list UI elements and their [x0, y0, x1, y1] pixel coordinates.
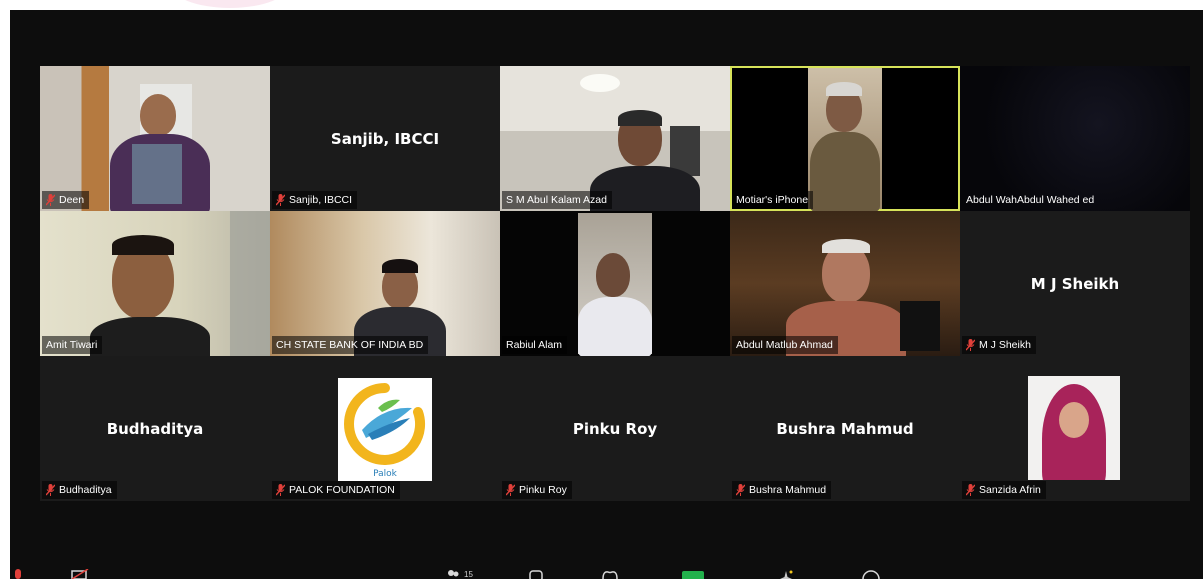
participant-name-label: S M Abul Kalam Azad [502, 191, 612, 209]
meeting-toolbar: 15 [10, 561, 1203, 579]
mic-icon [15, 569, 21, 579]
video-tile-mj-sheikh[interactable]: M J Sheikh M J Sheikh [960, 211, 1190, 356]
video-tile-motiar-iphone[interactable]: Motiar's iPhone [730, 66, 960, 211]
muted-mic-icon [46, 484, 55, 496]
participant-name-label: PALOK FOUNDATION [272, 481, 400, 499]
video-tile-bushra-mahmud[interactable]: Bushra Mahmud Bushra Mahmud [730, 356, 960, 501]
profile-photo-avatar [1028, 376, 1120, 480]
participants-button[interactable]: 15 [446, 569, 473, 579]
chat-button[interactable] [528, 569, 544, 579]
share-screen-icon [682, 571, 704, 579]
muted-mic-icon [276, 194, 285, 206]
palok-logo-avatar: Palok [338, 378, 432, 481]
zoom-meeting-window: Deen Sanjib, IBCCI Sanjib, IBCCI S M Abu… [10, 10, 1203, 579]
video-button[interactable] [70, 569, 96, 579]
video-tile-amit-tiwari[interactable]: Amit Tiwari [40, 211, 270, 356]
participant-name-label: Motiar's iPhone [732, 191, 814, 209]
muted-mic-icon [736, 484, 745, 496]
video-feed [730, 211, 960, 356]
video-feed [500, 66, 730, 211]
participant-center-name: Budhaditya [106, 419, 204, 438]
video-tile-abdul-wahed[interactable]: Abdul WahAbdul Wahed ed [960, 66, 1190, 211]
mute-button[interactable] [10, 569, 26, 579]
participant-name-label: Pinku Roy [502, 481, 572, 499]
video-feed [40, 211, 270, 356]
video-tile-sanjib[interactable]: Sanjib, IBCCI Sanjib, IBCCI [270, 66, 500, 211]
video-tile-pinku-roy[interactable]: Pinku Roy Pinku Roy [500, 356, 730, 501]
video-feed [808, 68, 882, 211]
video-tile-abdul-matlub-ahmad[interactable]: Abdul Matlub Ahmad [730, 211, 960, 356]
chat-icon [529, 570, 543, 579]
video-tile-budhaditya[interactable]: Budhaditya Budhaditya [40, 356, 270, 501]
more-icon [862, 570, 880, 579]
video-tile-sanzida-afrin[interactable]: Sanzida Afrin [960, 356, 1190, 501]
participant-center-name: Bushra Mahmud [776, 419, 914, 438]
participant-name-label: Abdul WahAbdul Wahed ed [966, 194, 1095, 206]
apps-button[interactable] [778, 569, 794, 579]
video-feed [270, 211, 500, 356]
muted-mic-icon [506, 484, 515, 496]
participant-name-label: Sanjib, IBCCI [272, 191, 358, 209]
share-screen-button[interactable] [682, 569, 704, 579]
participant-name-label: Bushra Mahmud [732, 481, 832, 499]
participant-name-label: Deen [42, 191, 90, 209]
participant-name-label: M J Sheikh [962, 336, 1036, 354]
participant-name-label: Budhaditya [42, 481, 117, 499]
video-tile-state-bank-of-india[interactable]: CH STATE BANK OF INDIA BD [270, 211, 500, 356]
muted-mic-icon [966, 339, 975, 351]
more-button[interactable] [860, 569, 882, 579]
video-tile-rabiul-alam[interactable]: Rabiul Alam [500, 211, 730, 356]
video-feed [40, 66, 270, 211]
muted-mic-icon [276, 484, 285, 496]
participant-name-label: CH STATE BANK OF INDIA BD [272, 336, 429, 354]
camera-icon [71, 569, 89, 579]
participant-name-label: Rabiul Alam [502, 336, 568, 354]
palok-logo-icon: Palok [344, 383, 425, 479]
muted-mic-icon [966, 484, 975, 496]
background-decoration [170, 0, 290, 8]
participant-center-name: Sanjib, IBCCI [330, 129, 440, 148]
muted-mic-icon [46, 194, 55, 206]
sparkle-icon [780, 570, 793, 579]
video-tile-abul-kalam-azad[interactable]: S M Abul Kalam Azad [500, 66, 730, 211]
participant-center-name: Pinku Roy [572, 419, 658, 438]
participant-name-label: Sanzida Afrin [962, 481, 1046, 499]
participant-center-name: M J Sheikh [1030, 274, 1120, 293]
participant-name-label: Amit Tiwari [42, 336, 103, 354]
video-tile-deen[interactable]: Deen [40, 66, 270, 211]
participant-name-label: Abdul Matlub Ahmad [732, 336, 838, 354]
video-feed [960, 66, 1190, 211]
participants-icon [448, 570, 459, 577]
svg-text:Palok: Palok [373, 469, 398, 479]
reactions-button[interactable] [600, 569, 620, 579]
video-feed [578, 213, 652, 356]
heart-icon [602, 571, 618, 579]
video-tile-palok-foundation[interactable]: Palok PALOK FOUNDATION [270, 356, 500, 501]
